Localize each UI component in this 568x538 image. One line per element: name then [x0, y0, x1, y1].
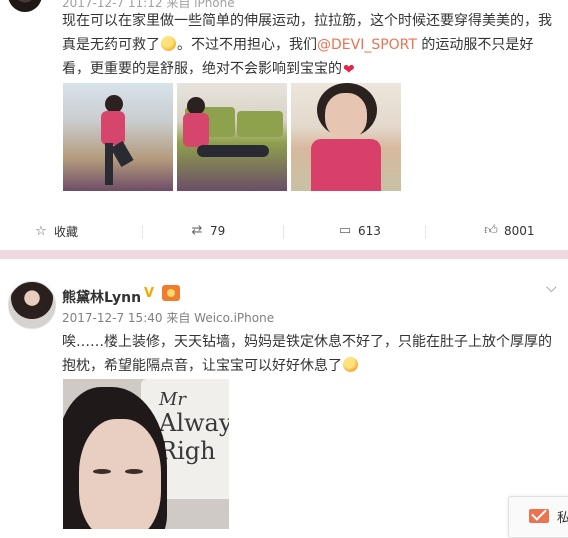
post-text: 现在可以在家里做一些简单的伸展运动，拉拉筋，这个时候还要穿得美美的，我 真是无药…: [62, 9, 560, 82]
author-name[interactable]: 熊黛林Lynn: [62, 287, 141, 307]
thumbs-up-icon: 👍︎: [484, 223, 498, 238]
post-photo[interactable]: [63, 83, 173, 191]
comment-count: 613: [358, 223, 381, 238]
post-text-line: 真是无药可救了: [62, 37, 160, 53]
repost-button[interactable]: ⇄ 79: [190, 223, 226, 238]
post-text-line: 现在可以在家里做一些简单的伸展运动，拉拉筋，这个时候还要穿得美美的，我: [62, 13, 552, 29]
chevron-down-icon[interactable]: ⌵: [546, 280, 557, 296]
member-badge-icon[interactable]: [162, 285, 180, 301]
favorite-label: 收藏: [54, 225, 79, 239]
pillow-text: Alway: [159, 409, 229, 437]
post-from: 来自: [166, 311, 191, 325]
pillow-text: Mr: [159, 389, 187, 410]
post-text-line: 看，更重要的是舒服，绝对不会影响到宝宝的: [62, 61, 342, 77]
comment-button[interactable]: ▭ 613: [338, 223, 381, 238]
post-text-line: 。不过不用担心，我们: [177, 37, 317, 53]
avatar[interactable]: [8, 0, 42, 12]
post-text-line: 抱枕，希望能隔点音，让宝宝可以好好休息了: [62, 358, 342, 374]
post-text: 唉……楼上装修，天天钻墙，妈妈是铁定休息不好了，只能在肚子上放个厚厚的 抱枕，希…: [62, 330, 560, 378]
sleepy-emoji-icon: [343, 357, 358, 372]
widget-label: 私: [557, 511, 568, 526]
post-separator: [0, 250, 568, 259]
post-text-line: 唉……楼上装修，天天钻墙，妈妈是铁定休息不好了，只能在肚子上放个厚厚的: [62, 334, 552, 350]
private-message-widget[interactable]: 私: [508, 496, 568, 538]
post-time[interactable]: 2017-12-7 15:40: [62, 311, 163, 325]
smile-emoji-icon: [161, 36, 176, 51]
mail-icon: [529, 509, 549, 523]
mention-link[interactable]: @DEVI_SPORT: [317, 37, 417, 53]
avatar[interactable]: [8, 281, 56, 329]
repost-icon: ⇄: [191, 223, 203, 238]
face: [79, 419, 161, 529]
eye: [125, 469, 143, 474]
post-photo[interactable]: [291, 83, 401, 191]
post-action-bar: ☆ 收藏 ⇄ 79 ▭ 613 👍︎ 8001: [0, 213, 568, 249]
repost-count: 79: [210, 223, 226, 238]
post-source: Weico.iPhone: [194, 311, 275, 325]
like-button[interactable]: 👍︎ 8001: [484, 223, 535, 238]
pillow-text: Righ: [159, 437, 216, 465]
post-photo[interactable]: [177, 83, 287, 191]
star-icon: ☆: [35, 224, 47, 239]
favorite-button[interactable]: ☆ 收藏: [34, 223, 78, 240]
post-text-line: 的运动服不只是好: [421, 37, 534, 53]
eye: [93, 469, 111, 474]
post-photo[interactable]: Mr Alway Righ: [63, 379, 229, 529]
comment-icon: ▭: [338, 223, 352, 238]
like-count: 8001: [504, 223, 535, 238]
post-meta: 2017-12-7 15:40 来自 Weico.iPhone: [62, 309, 274, 326]
verified-icon: V: [144, 286, 155, 301]
heart-emoji-icon: [343, 58, 358, 82]
